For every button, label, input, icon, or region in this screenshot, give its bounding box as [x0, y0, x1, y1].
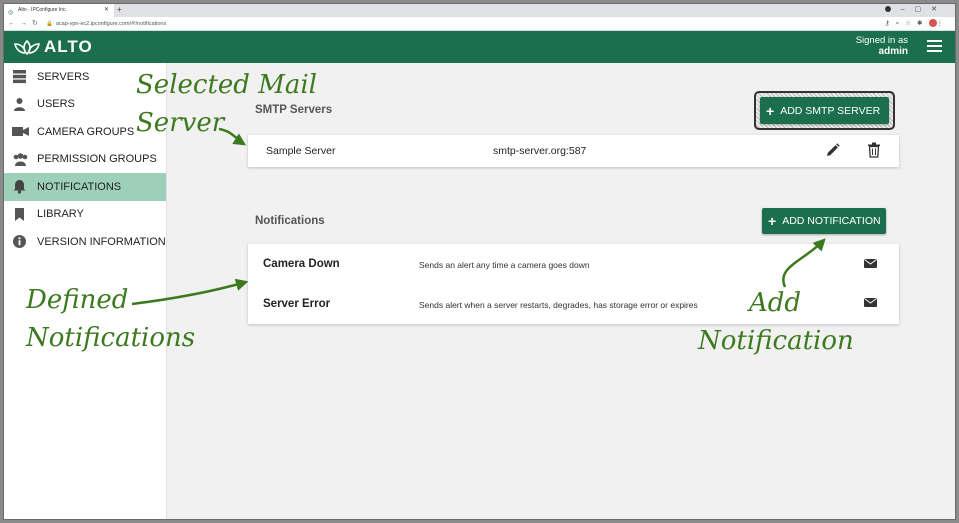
- info-icon: [12, 234, 27, 249]
- notifications-list: Camera Down Sends an alert any time a ca…: [248, 244, 899, 324]
- sidebar-item-label: LIBRARY: [37, 208, 84, 221]
- record-icon[interactable]: [884, 6, 891, 13]
- signed-in-label: Signed in as: [855, 35, 908, 46]
- reload-icon[interactable]: ↻: [32, 20, 43, 27]
- annotation-add-notification-line2: Notification: [698, 326, 854, 356]
- sidebar-item-label: SERVERS: [37, 70, 90, 83]
- browser-toolbar-icons: ⚷⌕☆✱ ⋮: [885, 17, 949, 31]
- url-field[interactable]: 🔒 acap-vpn-ec2.ipconfigure.com/#!/notific…: [46, 17, 166, 31]
- star-icon[interactable]: ☆: [905, 20, 917, 27]
- notification-name: Camera Down: [263, 258, 340, 270]
- hamburger-menu-icon[interactable]: [927, 40, 942, 53]
- extension-icon[interactable]: ✱: [917, 20, 928, 27]
- plus-icon: +: [766, 102, 775, 119]
- notification-description: Sends alert when a server restarts, degr…: [419, 300, 698, 310]
- sidebar-item-library[interactable]: LIBRARY: [4, 201, 166, 229]
- smtp-servers-title: SMTP Servers: [255, 104, 333, 116]
- new-tab-icon[interactable]: +: [117, 4, 122, 16]
- browser-tab-title: Alto - IPConfigure Inc.: [18, 7, 67, 13]
- plus-icon: +: [768, 213, 777, 229]
- browser-tab-bar: ◎ Alto - IPConfigure Inc. ✕ + –▢✕: [4, 4, 955, 17]
- minimize-icon[interactable]: –: [901, 6, 915, 13]
- bookmark-icon: [12, 207, 27, 222]
- logo-text: ALTO: [44, 37, 93, 56]
- address-bar: ←→↻ 🔒 acap-vpn-ec2.ipconfigure.com/#!/not…: [4, 17, 955, 31]
- smtp-server-host: smtp-server.org:587: [493, 145, 587, 157]
- back-icon[interactable]: ←: [8, 20, 20, 27]
- lotus-logo-icon: [14, 39, 40, 56]
- lock-icon: 🔒: [46, 21, 53, 27]
- smtp-server-name: Sample Server: [266, 145, 336, 157]
- maximize-icon[interactable]: ▢: [915, 6, 932, 13]
- add-notification-button[interactable]: + ADD NOTIFICATION: [762, 208, 886, 234]
- edit-pencil-icon[interactable]: [825, 143, 840, 158]
- app-header: ALTO Signed in as admin: [4, 31, 955, 63]
- notifications-title: Notifications: [255, 215, 325, 227]
- sidebar-item-version-information[interactable]: VERSION INFORMATION: [4, 228, 166, 256]
- url-text: acap-vpn-ec2.ipconfigure.com/#!/notifica…: [55, 21, 167, 27]
- browser-tab[interactable]: ◎ Alto - IPConfigure Inc. ✕: [4, 4, 114, 17]
- sidebar-item-label: PERMISSION GROUPS: [37, 153, 157, 166]
- sidebar-item-label: VERSION INFORMATION: [37, 235, 166, 248]
- signed-in-info: Signed in as admin: [856, 35, 908, 57]
- annotation-selected-mail-server-line2: Server: [136, 108, 225, 138]
- close-tab-icon[interactable]: ✕: [104, 4, 109, 17]
- annotation-defined-notifications-line2: Notifications: [26, 323, 196, 353]
- forward-icon[interactable]: →: [20, 20, 32, 27]
- window-controls: –▢✕: [884, 4, 947, 16]
- screenshot-frame: ◎ Alto - IPConfigure Inc. ✕ + –▢✕ ←→↻ 🔒 a…: [3, 3, 956, 520]
- smtp-server-row[interactable]: Sample Server smtp-server.org:587: [248, 135, 899, 167]
- bell-icon: [12, 179, 27, 194]
- user-icon: [12, 97, 27, 112]
- envelope-icon[interactable]: [864, 297, 877, 308]
- notification-name: Server Error: [263, 298, 331, 310]
- envelope-icon[interactable]: [864, 258, 877, 269]
- server-icon: [12, 69, 27, 84]
- add-notification-label: ADD NOTIFICATION: [782, 215, 881, 227]
- sidebar-item-permission-groups[interactable]: PERMISSION GROUPS: [4, 146, 166, 174]
- sidebar-item-label: NOTIFICATIONS: [37, 180, 122, 193]
- sidebar-item-label: CAMERA GROUPS: [37, 125, 135, 138]
- camera-icon: [12, 124, 29, 139]
- sidebar-item-notifications[interactable]: NOTIFICATIONS: [4, 173, 166, 201]
- browser-nav: ←→↻: [8, 17, 43, 31]
- annotation-selected-mail-server-line1: Selected Mail: [136, 70, 317, 100]
- zoom-icon[interactable]: ⌕: [896, 20, 906, 27]
- more-icon[interactable]: ⋮: [937, 20, 950, 27]
- trash-icon[interactable]: [867, 142, 881, 158]
- add-smtp-server-label: ADD SMTP SERVER: [780, 104, 881, 117]
- group-icon: [12, 152, 28, 167]
- key-icon[interactable]: ⚷: [885, 20, 896, 27]
- close-window-icon[interactable]: ✕: [931, 6, 947, 13]
- signed-in-username: admin: [878, 46, 908, 57]
- notification-description: Sends an alert any time a camera goes do…: [419, 260, 590, 270]
- annotation-defined-notifications-line1: Defined: [26, 285, 129, 315]
- main-content: SMTP Servers + ADD SMTP SERVER Sample Se…: [168, 63, 955, 519]
- alto-logo[interactable]: ALTO: [12, 37, 93, 57]
- annotation-add-notification-line1: Add: [749, 288, 802, 318]
- sidebar-item-label: USERS: [37, 98, 75, 111]
- profile-avatar[interactable]: [928, 19, 937, 28]
- add-smtp-server-button[interactable]: + ADD SMTP SERVER: [760, 97, 889, 124]
